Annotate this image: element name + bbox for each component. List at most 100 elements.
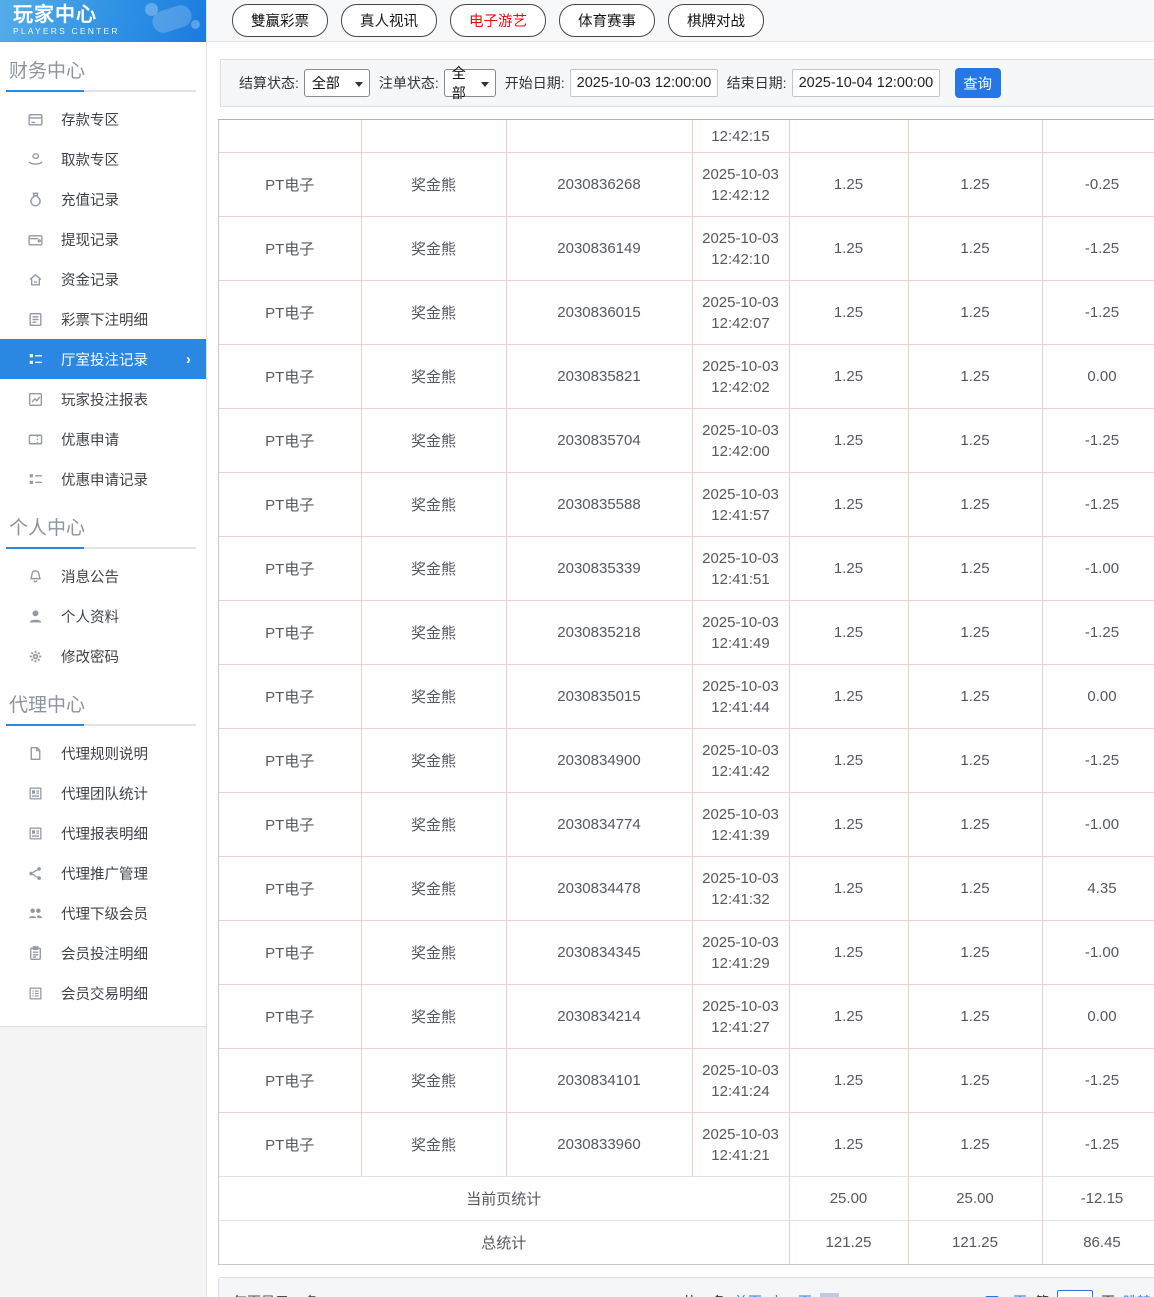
- cell-valid-bet: 1.25: [908, 473, 1042, 537]
- cell-order-no: 2030835015: [506, 665, 692, 729]
- cell-order-no: 2030833960: [506, 1113, 692, 1177]
- sidebar-item[interactable]: 厅室投注记录 ›: [0, 339, 206, 379]
- cell-bet-amount: 1.25: [789, 537, 908, 601]
- sidebar-nav: 财务中心 存款专区 › 取款专区 › 充值记录 › 提现记录 › 资金记录 › …: [0, 42, 206, 1013]
- cell-order-no: 2030836149: [506, 217, 692, 281]
- sidebar-item[interactable]: 代理规则说明 ›: [0, 733, 206, 773]
- cell-game: 奖金熊: [361, 729, 506, 793]
- table-row-partial: 12:42:15: [219, 120, 1154, 153]
- cell-order-no: 2030836015: [506, 281, 692, 345]
- cell-valid-bet: 1.25: [908, 217, 1042, 281]
- query-button[interactable]: 查询: [955, 68, 1001, 98]
- game-category-tab[interactable]: 真人视讯: [341, 4, 437, 37]
- start-date-label: 开始日期:: [505, 73, 565, 93]
- jump-prefix-label: 第: [1035, 1292, 1049, 1297]
- jump-suffix-label: 页: [1101, 1292, 1115, 1297]
- table-row: PT电子奖金熊20308341012025-10-0312:41:241.251…: [219, 1049, 1154, 1113]
- game-category-tab[interactable]: 体育赛事: [559, 4, 655, 37]
- settle-status-select[interactable]: 全部: [304, 69, 370, 97]
- summary-net-result: 86.45: [1042, 1221, 1154, 1265]
- cell-bet-time: 2025-10-0312:42:02: [692, 345, 789, 409]
- cell-bet-time: 2025-10-0312:41:39: [692, 793, 789, 857]
- sidebar-item[interactable]: 修改密码 ›: [0, 636, 206, 676]
- cell-bet-amount: 1.25: [789, 793, 908, 857]
- table-row: PT电子奖金熊20308349002025-10-0312:41:421.251…: [219, 729, 1154, 793]
- table-row: PT电子奖金熊20308350152025-10-0312:41:441.251…: [219, 665, 1154, 729]
- sidebar-item[interactable]: 取款专区 ›: [0, 139, 206, 179]
- clipboard-icon: [27, 945, 44, 962]
- sidebar-item[interactable]: 消息公告 ›: [0, 556, 206, 596]
- withdraw-hand-icon: [27, 151, 44, 168]
- cell-valid-bet: 1.25: [908, 857, 1042, 921]
- cell-platform: PT电子: [219, 409, 361, 473]
- table-row: PT电子奖金熊20308355882025-10-0312:41:571.251…: [219, 473, 1154, 537]
- sidebar-item-label: 彩票下注明细: [61, 309, 148, 330]
- start-date-input[interactable]: [570, 69, 718, 97]
- cell-bet-amount: 1.25: [789, 153, 908, 217]
- sidebar-item[interactable]: 代理下级会员 ›: [0, 893, 206, 933]
- table-row: PT电子奖金熊20308357042025-10-0312:42:001.251…: [219, 409, 1154, 473]
- list-box-icon: [27, 985, 44, 1002]
- next-page-link[interactable]: 下一页: [985, 1292, 1027, 1297]
- cell-bet-amount: 1.25: [789, 985, 908, 1049]
- cell-bet-time: 2025-10-0312:41:24: [692, 1049, 789, 1113]
- cell-net-result: -1.00: [1042, 793, 1154, 857]
- sidebar-item[interactable]: 充值记录 ›: [0, 179, 206, 219]
- summary-valid-bet: 25.00: [908, 1177, 1042, 1221]
- game-category-tab[interactable]: 雙赢彩票: [232, 4, 328, 37]
- cell-platform: [219, 120, 361, 153]
- sidebar-item[interactable]: 代理推广管理 ›: [0, 853, 206, 893]
- first-page-link[interactable]: 首页: [734, 1292, 762, 1297]
- order-status-select[interactable]: 全部: [444, 69, 496, 97]
- table-row: PT电子奖金熊20308342142025-10-0312:41:271.251…: [219, 985, 1154, 1049]
- cell-bet-time: 2025-10-0312:41:32: [692, 857, 789, 921]
- summary-bet-amount: 121.25: [789, 1221, 908, 1265]
- page-number-link[interactable]: [1]: [820, 1293, 840, 1297]
- sidebar-item[interactable]: 存款专区 ›: [0, 99, 206, 139]
- people-icon: [27, 905, 44, 922]
- sidebar-item[interactable]: 提现记录 ›: [0, 219, 206, 259]
- cell-net-result: -1.25: [1042, 601, 1154, 665]
- sidebar-section-divider: [6, 724, 196, 726]
- sidebar-item-label: 代理推广管理: [61, 863, 148, 884]
- sidebar-section-items: 存款专区 › 取款专区 › 充值记录 › 提现记录 › 资金记录 › 彩票下注明…: [0, 99, 206, 499]
- sidebar-item[interactable]: 玩家投注报表 ›: [0, 379, 206, 419]
- sidebar-item[interactable]: 优惠申请记录 ›: [0, 459, 206, 499]
- sidebar-item[interactable]: 彩票下注明细 ›: [0, 299, 206, 339]
- sidebar-item[interactable]: 资金记录 ›: [0, 259, 206, 299]
- cell-net-result: [1042, 120, 1154, 153]
- cell-bet-time: 2025-10-0312:42:07: [692, 281, 789, 345]
- document-lines-icon: [27, 311, 44, 328]
- sidebar-item[interactable]: 会员投注明细 ›: [0, 933, 206, 973]
- cell-valid-bet: 1.25: [908, 921, 1042, 985]
- cell-platform: PT电子: [219, 1113, 361, 1177]
- cell-valid-bet: 1.25: [908, 409, 1042, 473]
- sidebar-item[interactable]: 代理团队统计 ›: [0, 773, 206, 813]
- game-category-tab[interactable]: 电子游艺: [450, 4, 546, 37]
- jump-page-input[interactable]: [1057, 1290, 1093, 1297]
- sidebar-item[interactable]: 优惠申请 ›: [0, 419, 206, 459]
- cell-platform: PT电子: [219, 281, 361, 345]
- table-row: PT电子奖金熊20308352182025-10-0312:41:491.251…: [219, 601, 1154, 665]
- sidebar-item-label: 消息公告: [61, 566, 119, 587]
- sidebar-item[interactable]: 会员交易明细 ›: [0, 973, 206, 1013]
- sidebar-item[interactable]: 代理报表明细 ›: [0, 813, 206, 853]
- cell-order-no: 2030834345: [506, 921, 692, 985]
- cell-bet-amount: 1.25: [789, 857, 908, 921]
- end-date-input[interactable]: [792, 69, 940, 97]
- sidebar-item-label: 会员投注明细: [61, 943, 148, 964]
- game-category-tab[interactable]: 棋牌对战: [668, 4, 764, 37]
- cell-game: 奖金熊: [361, 1049, 506, 1113]
- sidebar-item[interactable]: 个人资料 ›: [0, 596, 206, 636]
- jump-button[interactable]: 跳转: [1123, 1292, 1151, 1297]
- person-icon: [27, 608, 44, 625]
- prev-page-link[interactable]: 上一页: [770, 1292, 812, 1297]
- total-count-text: 共97条: [682, 1292, 726, 1297]
- sidebar-section-divider: [6, 547, 196, 549]
- cell-platform: PT电子: [219, 857, 361, 921]
- cell-valid-bet: 1.25: [908, 537, 1042, 601]
- table-row: PT电子奖金熊20308361492025-10-0312:42:101.251…: [219, 217, 1154, 281]
- cell-order-no: 2030834900: [506, 729, 692, 793]
- sidebar-item-label: 代理团队统计: [61, 783, 148, 804]
- cell-platform: PT电子: [219, 537, 361, 601]
